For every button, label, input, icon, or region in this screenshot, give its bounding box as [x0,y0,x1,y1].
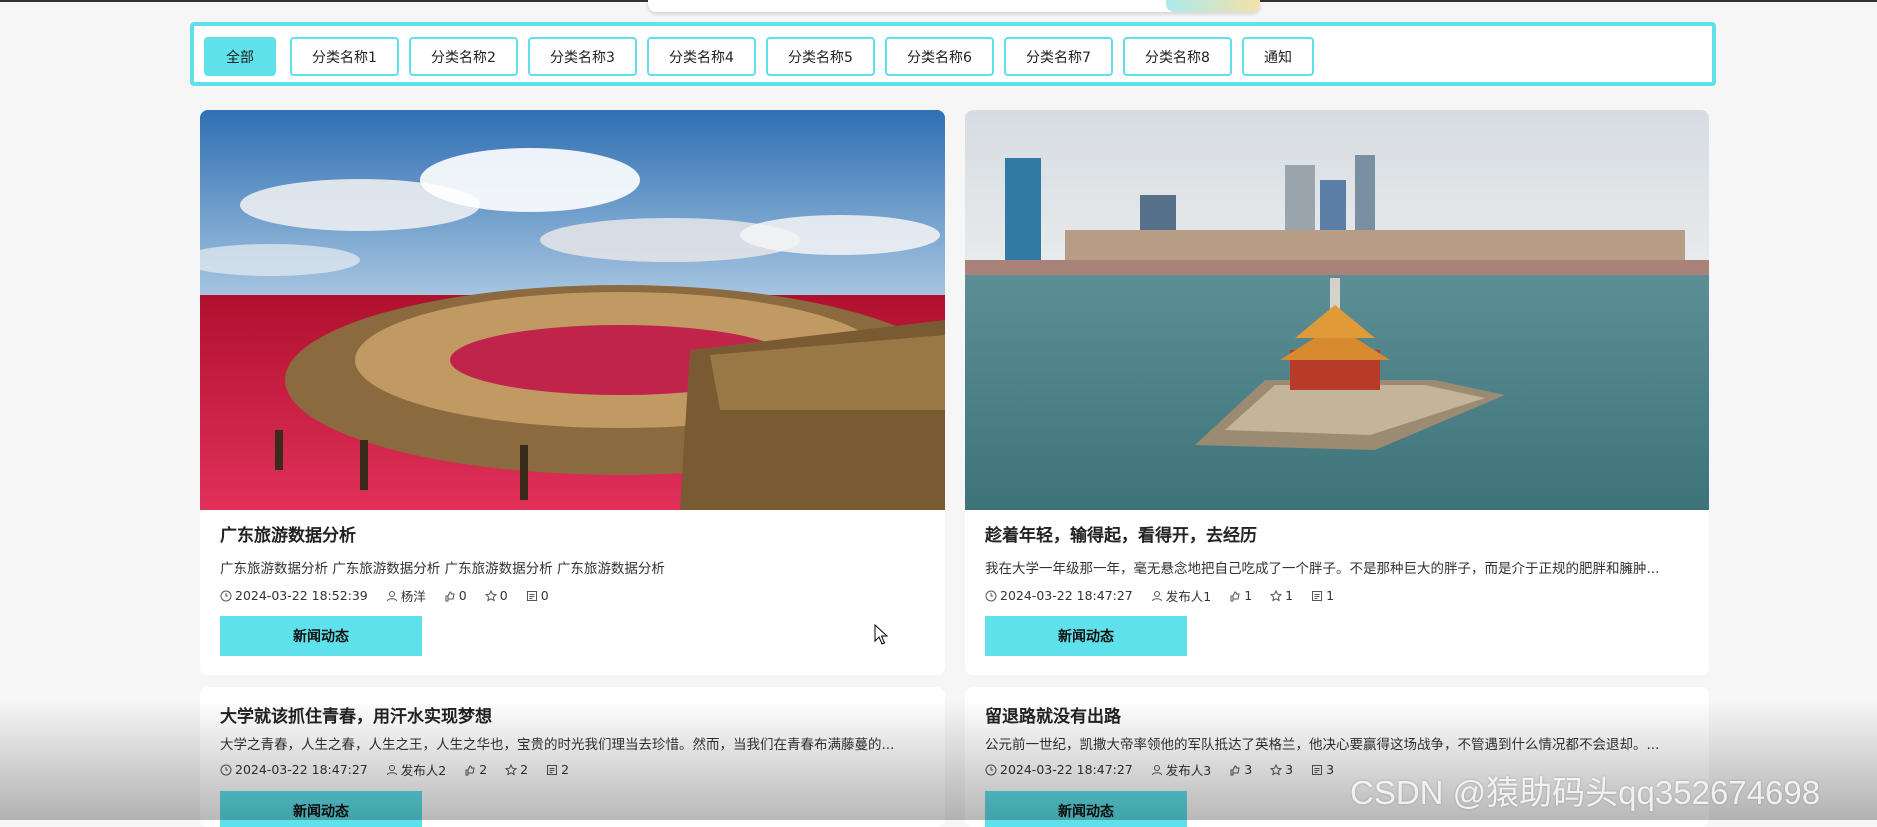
thumbs-up-icon [1230,764,1240,775]
category-all[interactable]: 全部 [204,37,276,76]
news-likes: 0 [458,588,467,603]
comment-icon [1312,764,1323,775]
news-category-button[interactable]: 新闻动态 [985,616,1187,656]
category-2[interactable]: 分类名称2 [409,37,518,76]
comment-icon [526,590,537,601]
clock-icon [220,764,232,775]
news-likes: 3 [1244,762,1253,777]
news-time: 2024-03-22 18:47:27 [1000,762,1133,777]
category-5[interactable]: 分类名称5 [766,37,875,76]
news-favorites: 1 [1285,588,1294,603]
thumbs-up-icon [1230,590,1240,601]
news-comments: 2 [561,762,570,777]
news-favorites: 0 [499,588,508,603]
top-search-button[interactable] [1166,0,1260,12]
news-card[interactable]: 广东旅游数据分析 广东旅游数据分析 广东旅游数据分析 广东旅游数据分析 广东旅游… [200,110,945,675]
category-4[interactable]: 分类名称4 [647,37,756,76]
news-author: 发布人1 [1165,589,1212,604]
news-category-button[interactable]: 新闻动态 [220,791,422,827]
user-icon [386,764,397,775]
category-8[interactable]: 分类名称8 [1123,37,1232,76]
category-3[interactable]: 分类名称3 [528,37,637,76]
clock-icon [220,590,232,601]
news-description: 公元前一世纪，凯撒大帝率领他的军队抵达了英格兰，他决心要赢得这场战争，不管遇到什… [985,737,1660,753]
clock-icon [985,764,997,775]
news-time: 2024-03-22 18:52:39 [235,588,368,603]
star-icon [1270,589,1283,601]
category-notice[interactable]: 通知 [1242,37,1314,76]
star-icon [1270,763,1283,775]
user-icon [1151,590,1162,601]
user-icon [386,590,397,601]
news-meta: 2024-03-22 18:47:27 发布人3 3 3 3 [985,760,1346,779]
watermark-text: CSDN @猿助码头qq352674698 [1350,774,1821,811]
news-title[interactable]: 广东旅游数据分析 [220,521,356,546]
news-title[interactable]: 趁着年轻，输得起，看得开，去经历 [985,521,1257,546]
mouse-cursor-icon [874,624,889,645]
news-favorites: 2 [520,762,529,777]
news-author: 发布人2 [400,763,447,778]
news-meta: 2024-03-22 18:47:27 发布人1 1 1 1 [985,586,1346,605]
news-image-coastal-pavilion[interactable] [965,110,1709,510]
news-comments: 0 [540,588,549,603]
news-title[interactable]: 大学就该抓住青春，用汗水实现梦想 [220,702,492,727]
news-favorites: 3 [1285,762,1294,777]
news-comments: 3 [1326,762,1335,777]
category-7[interactable]: 分类名称7 [1004,37,1113,76]
news-title[interactable]: 留退路就没有出路 [985,702,1121,727]
news-card[interactable]: 大学就该抓住青春，用汗水实现梦想 大学之青春，人生之春，人生之王，人生之华也，宝… [200,687,945,827]
comment-icon [1312,590,1323,601]
news-category-button[interactable]: 新闻动态 [220,616,422,656]
news-description: 大学之青春，人生之春，人生之王，人生之华也，宝贵的时光我们理当去珍惜。然而，当我… [220,737,895,753]
category-6[interactable]: 分类名称6 [885,37,994,76]
news-author: 发布人3 [1165,763,1212,778]
category-1[interactable]: 分类名称1 [290,37,399,76]
clock-icon [985,590,997,601]
news-card[interactable]: 趁着年轻，输得起，看得开，去经历 我在大学一年级那一年，毫无悬念地把自己吃成了一… [965,110,1709,675]
news-image-red-beach[interactable] [200,110,945,510]
thumbs-up-icon [465,764,475,775]
star-icon [505,763,518,775]
user-icon [1151,764,1162,775]
category-bar: 全部 分类名称1 分类名称2 分类名称3 分类名称4 分类名称5 分类名称6 分… [190,22,1716,86]
news-description: 我在大学一年级那一年，毫无悬念地把自己吃成了一个胖子。不是那种巨大的胖子，而是介… [985,561,1660,577]
news-category-button[interactable]: 新闻动态 [985,791,1187,827]
news-meta: 2024-03-22 18:52:39 杨洋 0 0 0 [220,586,561,605]
news-time: 2024-03-22 18:47:27 [1000,588,1133,603]
news-likes: 1 [1244,588,1253,603]
news-likes: 2 [479,762,488,777]
news-time: 2024-03-22 18:47:27 [235,762,368,777]
news-author: 杨洋 [400,589,426,604]
comment-icon [547,764,558,775]
star-icon [484,589,497,601]
news-description: 广东旅游数据分析 广东旅游数据分析 广东旅游数据分析 广东旅游数据分析 [220,561,665,577]
news-meta: 2024-03-22 18:47:27 发布人2 2 2 2 [220,760,581,779]
news-comments: 1 [1326,588,1335,603]
thumbs-up-icon [445,590,455,601]
